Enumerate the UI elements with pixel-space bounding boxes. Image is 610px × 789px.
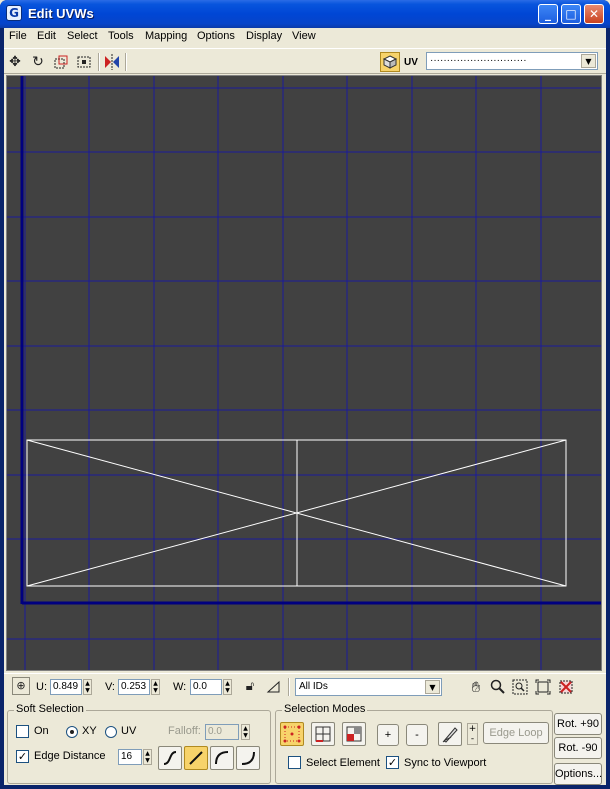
edge-distance-checkbox[interactable]: ✓ — [16, 750, 29, 763]
menu-edit[interactable]: Edit — [37, 30, 56, 42]
selection-modes-title: Selection Modes — [282, 703, 368, 715]
falloff-slow-out-icon[interactable] — [210, 746, 234, 770]
menu-mapping[interactable]: Mapping — [145, 30, 187, 42]
absolute-offset-icon[interactable]: ⊕ — [12, 677, 30, 695]
filter-selected-icon[interactable] — [264, 677, 284, 697]
uv-channel-label: UV — [404, 57, 418, 68]
uv-label: UV — [121, 725, 137, 737]
menu-file[interactable]: File — [9, 30, 27, 42]
xy-label: XY — [82, 725, 97, 737]
loop-stepper-icon[interactable]: + - — [467, 723, 478, 745]
falloff-linear-icon[interactable] — [184, 746, 208, 770]
soft-selection-group: Soft Selection On XY UV Falloff: 0.0 ▲ ▼ … — [7, 703, 271, 784]
edge-distance-label: Edge Distance — [34, 750, 106, 762]
zoom-extents-icon[interactable] — [533, 677, 553, 697]
edge-distance-spinner-icon[interactable]: ▲ ▼ — [143, 749, 152, 765]
uv-radio[interactable] — [105, 726, 117, 738]
scale-icon[interactable] — [51, 52, 71, 72]
u-spinner-icon[interactable]: ▲ ▼ — [83, 679, 92, 695]
window-title: Edit UVWs — [28, 6, 94, 21]
uv-editor-viewport[interactable] — [6, 75, 602, 671]
texture-dropdown-value: ····························· — [430, 55, 527, 66]
chevron-down-icon: ▼ — [425, 680, 440, 694]
uv-grid — [7, 76, 601, 670]
freeform-icon[interactable] — [74, 52, 94, 72]
xy-radio[interactable] — [66, 726, 78, 738]
vertex-mode-icon[interactable] — [280, 722, 304, 746]
menu-tools[interactable]: Tools — [108, 30, 134, 42]
maximize-button[interactable]: □ — [561, 4, 581, 24]
rotate-plus-90-button[interactable]: Rot. +90 — [554, 713, 602, 735]
sync-viewport-checkbox[interactable]: ✓ — [386, 756, 399, 769]
chevron-down-icon: ▼ — [581, 54, 596, 68]
move-icon[interactable]: ✥ — [5, 52, 25, 72]
menu-view[interactable]: View — [292, 30, 316, 42]
u-field[interactable]: 0.849 — [50, 679, 82, 695]
show-map-icon[interactable] — [556, 677, 576, 697]
v-value: 0.253 — [121, 681, 147, 692]
v-spinner-icon[interactable]: ▲ ▼ — [151, 679, 160, 695]
uv-mesh[interactable] — [26, 439, 567, 587]
toolbar-separator — [98, 53, 100, 71]
lock-selection-icon[interactable]: 🔓︎ — [240, 677, 260, 697]
falloff-field[interactable]: 0.0 — [205, 724, 239, 740]
zoom-region-icon[interactable] — [510, 677, 530, 697]
uv-grid-canvas[interactable] — [7, 76, 602, 671]
rotate-icon[interactable]: ↻ — [28, 52, 48, 72]
w-spinner-icon[interactable]: ▲ ▼ — [223, 679, 232, 695]
texture-dropdown[interactable]: ····························· ▼ — [426, 52, 598, 70]
menu-display[interactable]: Display — [246, 30, 282, 42]
soft-selection-on-checkbox[interactable] — [16, 725, 29, 738]
app-icon: G — [6, 5, 22, 21]
options-button[interactable]: Options... — [554, 763, 602, 785]
title-bar[interactable]: G Edit UVWs _ □ ✕ — [0, 0, 610, 28]
selection-modes-group: Selection Modes + - + - Edge Loop Select … — [275, 703, 553, 784]
select-element-label: Select Element — [306, 757, 380, 769]
u-value: 0.849 — [53, 681, 79, 692]
mirror-icon[interactable] — [102, 52, 122, 72]
texture-cube-icon[interactable] — [380, 52, 400, 72]
grow-selection-button[interactable]: + — [377, 724, 399, 746]
w-field[interactable]: 0.0 — [190, 679, 222, 695]
falloff-value: 0.0 — [208, 726, 222, 737]
material-id-value: All IDs — [299, 681, 328, 692]
sync-viewport-label: Sync to Viewport — [404, 757, 487, 769]
falloff-smooth-icon[interactable] — [158, 746, 182, 770]
coordinate-bar: ⊕ U: 0.849 ▲ ▼ V: 0.253 ▲ ▼ W: 0.0 ▲ ▼ 🔓︎ A… — [4, 673, 606, 699]
face-mode-icon[interactable] — [342, 722, 366, 746]
u-label: U: — [36, 681, 47, 693]
zoom-icon[interactable] — [488, 677, 508, 697]
menu-bar: File Edit Select Tools Mapping Options D… — [4, 28, 606, 45]
edge-loop-button[interactable]: Edge Loop — [483, 722, 549, 744]
toolbar-separator — [288, 678, 290, 696]
uv-axis — [20, 76, 601, 605]
window: G Edit UVWs _ □ ✕ File Edit Select Tools… — [0, 0, 610, 789]
v-label: V: — [105, 681, 115, 693]
main-toolbar: ✥ ↻ UV ····························· ▼ — [4, 48, 606, 74]
rotate-minus-90-button[interactable]: Rot. -90 — [554, 737, 602, 759]
menu-options[interactable]: Options — [197, 30, 235, 42]
w-label: W: — [173, 681, 187, 693]
toolbar-separator — [125, 53, 127, 71]
menu-select[interactable]: Select — [67, 30, 98, 42]
edge-loop-pen-icon[interactable] — [438, 722, 462, 746]
w-value: 0.0 — [193, 681, 207, 692]
soft-selection-on-label: On — [34, 725, 49, 737]
close-button[interactable]: ✕ — [584, 4, 604, 24]
material-id-dropdown[interactable]: All IDs ▼ — [295, 678, 442, 696]
select-element-checkbox[interactable] — [288, 756, 301, 769]
falloff-label: Falloff: — [168, 725, 201, 737]
v-field[interactable]: 0.253 — [118, 679, 150, 695]
pan-icon[interactable]: ✋︎ — [466, 677, 486, 697]
shrink-selection-button[interactable]: - — [406, 724, 428, 746]
falloff-fast-out-icon[interactable] — [236, 746, 260, 770]
client-area: File Edit Select Tools Mapping Options D… — [4, 28, 606, 785]
minimize-button[interactable]: _ — [538, 4, 558, 24]
edge-distance-field[interactable]: 16 — [118, 749, 142, 765]
falloff-spinner-icon[interactable]: ▲ ▼ — [241, 724, 250, 740]
edge-mode-icon[interactable] — [311, 722, 335, 746]
edge-distance-value: 16 — [121, 751, 133, 762]
soft-selection-title: Soft Selection — [14, 703, 86, 715]
